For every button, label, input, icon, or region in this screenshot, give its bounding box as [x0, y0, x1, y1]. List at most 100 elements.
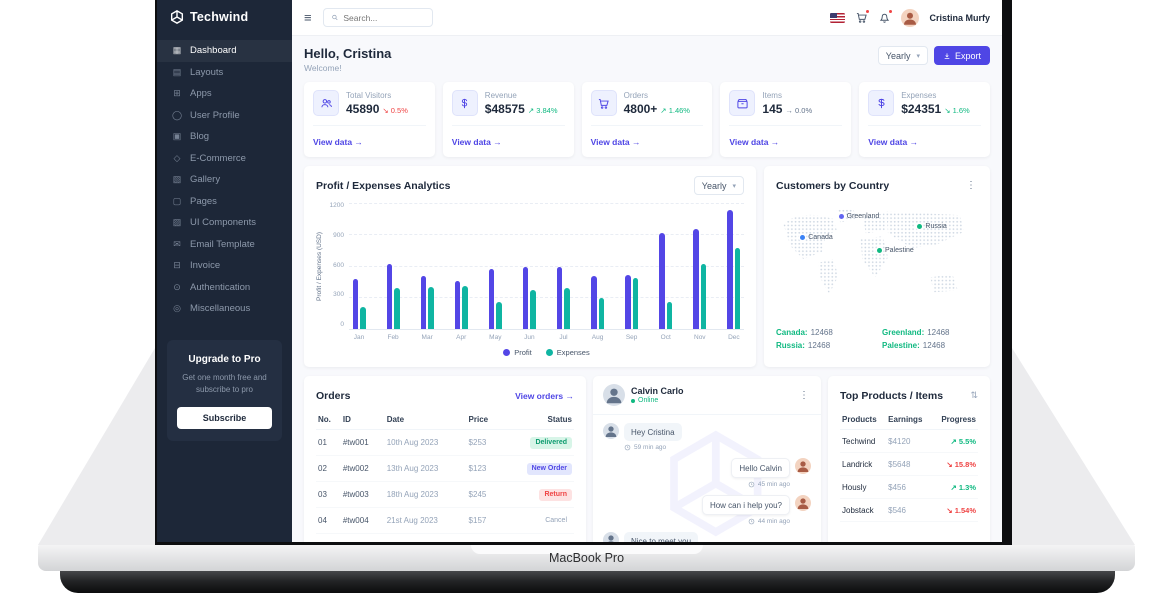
- brand-logo[interactable]: Techwind: [157, 0, 292, 32]
- sort-icon[interactable]: ⇅: [970, 390, 978, 401]
- chart-bar: [496, 302, 502, 329]
- sidebar-item-ecommerce[interactable]: ◇ E-Commerce: [157, 148, 292, 170]
- view-data-link[interactable]: View data →: [452, 137, 502, 147]
- table-row[interactable]: Jobstack $546 ↘ 1.54%: [840, 499, 978, 522]
- table-row[interactable]: Landrick $5648 ↘ 15.8%: [840, 453, 978, 476]
- sidebar-item-invoice[interactable]: ⊟ Invoice: [157, 255, 292, 277]
- stat-change: ↗ 3.84%: [528, 106, 558, 115]
- chart-bar: [727, 210, 733, 329]
- marker-dot: [800, 235, 805, 240]
- chart-period-select[interactable]: Yearly ▾: [694, 176, 744, 195]
- view-data-link[interactable]: View data →: [868, 137, 918, 147]
- stats-row: Total Visitors 45890 ↘ 0.5% View data →: [304, 82, 990, 157]
- sidebar-item-label: UI Components: [190, 217, 256, 228]
- view-orders-link[interactable]: View orders →: [515, 391, 574, 401]
- sidebar-nav: ▦ Dashboard ▤ Layouts ⊞ Apps ◯ User Prof…: [157, 40, 292, 320]
- chart-bar-group: [556, 204, 570, 329]
- blog-icon: ▣: [172, 131, 182, 142]
- chevron-down-icon: ▾: [916, 52, 920, 60]
- calvin-avatar: [603, 532, 619, 542]
- status-badge: New Order: [527, 463, 572, 475]
- user-name[interactable]: Cristina Murfy: [929, 13, 990, 23]
- chat-timestamp: 44 min ago: [603, 518, 790, 525]
- stat-label: Revenue: [485, 91, 558, 100]
- progress-value: ↗ 5.5%: [951, 437, 977, 446]
- layouts-icon: ▤: [172, 67, 182, 78]
- bell-icon[interactable]: [878, 11, 891, 24]
- laptop-screen: Techwind ▦ Dashboard ▤ Layouts ⊞ Apps ◯ …: [155, 0, 1012, 547]
- sidebar-item-label: Dashboard: [190, 45, 236, 56]
- column-header: Earnings: [886, 410, 932, 430]
- status-badge: Cancel: [540, 515, 572, 527]
- sidebar-item-ui-components[interactable]: ▨ UI Components: [157, 212, 292, 234]
- view-data-link[interactable]: View data →: [729, 137, 779, 147]
- subscribe-button[interactable]: Subscribe: [177, 407, 272, 429]
- period-select[interactable]: Yearly ▾: [878, 46, 928, 65]
- legend-item-profit[interactable]: Profit: [503, 348, 532, 357]
- sidebar-item-blog[interactable]: ▣ Blog: [157, 126, 292, 148]
- chart-bar-group: [522, 204, 536, 329]
- sidebar-item-user-profile[interactable]: ◯ User Profile: [157, 105, 292, 127]
- table-row[interactable]: 03#tw003 18th Aug 2023$245 Return: [316, 482, 574, 508]
- chart-bar: [599, 298, 605, 329]
- expenses-swatch: [546, 349, 553, 356]
- map-marker-palestine[interactable]: Palestine: [877, 247, 914, 254]
- cart-badge: [865, 9, 870, 14]
- sidebar-item-layouts[interactable]: ▤ Layouts: [157, 62, 292, 84]
- sidebar-item-pages[interactable]: ▢ Pages: [157, 191, 292, 213]
- cristina-avatar: [795, 495, 811, 511]
- sidebar-item-miscellaneous[interactable]: ◎ Miscellaneous: [157, 298, 292, 320]
- sidebar-item-authentication[interactable]: ⊙ Authentication: [157, 277, 292, 299]
- sidebar-item-label: Invoice: [190, 260, 220, 271]
- bottom-row: Orders View orders → No. ID Date Price S…: [304, 376, 990, 542]
- pages-icon: ▢: [172, 196, 182, 207]
- user-avatar[interactable]: [901, 9, 919, 27]
- kebab-menu-icon[interactable]: ⋮: [797, 390, 811, 401]
- chart-bar: [701, 264, 707, 329]
- table-row[interactable]: 02#tw002 13th Aug 2023$123 New Order: [316, 456, 574, 482]
- kebab-menu-icon[interactable]: ⋮: [964, 180, 978, 191]
- dashboard-icon: ▦: [172, 45, 182, 56]
- table-row[interactable]: Hously $456 ↗ 1.3%: [840, 476, 978, 499]
- table-row[interactable]: Techwind $4120 ↗ 5.5%: [840, 430, 978, 453]
- chat-header: Calvin Carlo Online ⋮: [593, 376, 821, 415]
- chart-bar: [421, 276, 427, 329]
- chevron-down-icon: ▾: [732, 182, 736, 190]
- legend-item-expenses[interactable]: Expenses: [546, 348, 590, 357]
- hamburger-menu-icon[interactable]: ≡: [304, 11, 312, 24]
- view-data-link[interactable]: View data →: [313, 137, 363, 147]
- chat-contact-name: Calvin Carlo: [631, 386, 684, 396]
- chart-bar: [591, 276, 597, 329]
- chart-bar-group: [659, 204, 673, 329]
- topbar: ≡ Cristina Murfy: [292, 0, 1002, 36]
- sidebar-item-email-template[interactable]: ✉ Email Template: [157, 234, 292, 256]
- column-header: Date: [385, 410, 467, 430]
- progress-value: ↘ 1.54%: [946, 506, 976, 515]
- table-row[interactable]: 04#tw004 21st Aug 2023$157 Cancel: [316, 508, 574, 534]
- sidebar: Techwind ▦ Dashboard ▤ Layouts ⊞ Apps ◯ …: [157, 0, 292, 542]
- view-data-link[interactable]: View data →: [591, 137, 641, 147]
- map-marker-canada[interactable]: Canada: [800, 234, 833, 241]
- search-input[interactable]: [343, 13, 424, 23]
- export-button[interactable]: Export: [934, 46, 990, 65]
- status-badge: Delivered: [530, 437, 572, 449]
- upgrade-description: Get one month free and subscribe to pro: [177, 372, 272, 397]
- map-marker-russia[interactable]: Russia: [917, 223, 946, 230]
- language-flag-us-icon[interactable]: [830, 13, 845, 23]
- dollar-icon: [452, 90, 478, 116]
- chat-message: How can i help you?: [603, 495, 811, 515]
- table-row[interactable]: 01#tw001 10th Aug 2023$253 Delivered: [316, 430, 574, 456]
- chart-bar: [394, 288, 400, 329]
- stat-change: ↗ 1.46%: [660, 106, 690, 115]
- cart-icon[interactable]: [855, 11, 868, 24]
- sidebar-item-gallery[interactable]: ▧ Gallery: [157, 169, 292, 191]
- export-label: Export: [955, 51, 981, 61]
- apps-icon: ⊞: [172, 88, 182, 99]
- chart-bar-group: [625, 204, 639, 329]
- chart-bar: [530, 290, 536, 329]
- chart-bar: [428, 287, 434, 329]
- sidebar-item-dashboard[interactable]: ▦ Dashboard: [157, 40, 292, 62]
- map-marker-greenland[interactable]: Greenland: [839, 213, 880, 220]
- sidebar-item-apps[interactable]: ⊞ Apps: [157, 83, 292, 105]
- chat-bubble: Hey Cristina: [624, 423, 682, 441]
